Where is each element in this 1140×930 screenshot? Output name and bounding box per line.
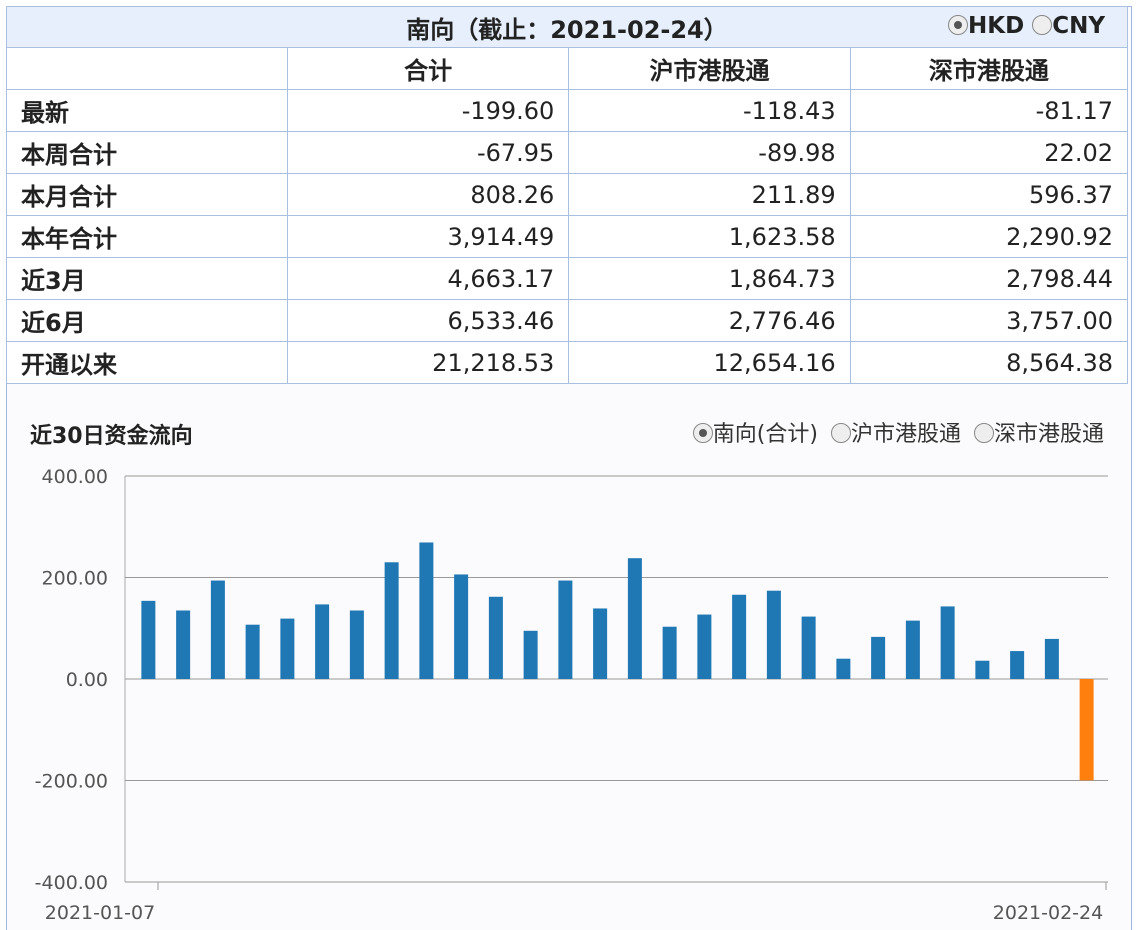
cell-value: 3,757.00 [850,300,1127,342]
southbound-panel: 南向（截止：2021-02-24） HKD CNY 合计沪市港股通深市港股通 最… [0,0,1140,930]
column-header: 沪市港股通 [569,48,850,90]
row-label: 本月合计 [7,174,288,216]
row-label: 本年合计 [7,216,288,258]
series-selector: 南向(合计) 沪市港股通 深市港股通 [687,416,1104,448]
row-label: 开通以来 [7,342,288,384]
chart-title: 近30日资金流向 [30,418,193,450]
cell-value: 6,533.46 [288,300,569,342]
currency-radio-hkd[interactable]: HKD [948,13,1024,39]
cell-value: -67.95 [288,132,569,174]
column-header: 合计 [288,48,569,90]
table-row: 本年合计3,914.491,623.582,290.92 [7,216,1128,258]
series-radio-sz[interactable]: 深市港股通 [974,422,1104,447]
cell-value: 211.89 [569,174,850,216]
cell-value: 22.02 [850,132,1127,174]
cell-value: -81.17 [850,90,1127,132]
table-row: 近6月6,533.462,776.463,757.00 [7,300,1128,342]
header-title: 南向（截止：2021-02-24） [406,16,728,44]
cell-value: 4,663.17 [288,258,569,300]
radio-icon [1032,15,1052,35]
radio-icon [948,15,968,35]
table-row: 最新-199.60-118.43-81.17 [7,90,1128,132]
radio-icon [693,423,713,443]
cell-value: -89.98 [569,132,850,174]
table-header: 南向（截止：2021-02-24） HKD CNY [7,7,1128,48]
cell-value: 2,290.92 [850,216,1127,258]
table-row: 本月合计808.26211.89596.37 [7,174,1128,216]
row-label: 本周合计 [7,132,288,174]
column-header: 深市港股通 [850,48,1127,90]
cell-value: 1,623.58 [569,216,850,258]
series-radio-total[interactable]: 南向(合计) [693,422,818,447]
column-header [7,48,288,90]
cell-value: 1,864.73 [569,258,850,300]
cell-value: 2,776.46 [569,300,850,342]
table-row: 开通以来21,218.5312,654.168,564.38 [7,342,1128,384]
table-row: 本周合计-67.95-89.9822.02 [7,132,1128,174]
summary-table: 南向（截止：2021-02-24） HKD CNY 合计沪市港股通深市港股通 最… [6,6,1128,384]
radio-icon [974,423,994,443]
cell-value: 596.37 [850,174,1127,216]
radio-icon [831,423,851,443]
currency-radio-cny[interactable]: CNY [1032,13,1105,39]
row-label: 最新 [7,90,288,132]
cell-value: 12,654.16 [569,342,850,384]
row-label: 近3月 [7,258,288,300]
table-row: 近3月4,663.171,864.732,798.44 [7,258,1128,300]
cell-value: 808.26 [288,174,569,216]
cell-value: -199.60 [288,90,569,132]
series-radio-sh[interactable]: 沪市港股通 [831,422,961,447]
cell-value: 21,218.53 [288,342,569,384]
cell-value: 3,914.49 [288,216,569,258]
cell-value: 2,798.44 [850,258,1127,300]
cell-value: -118.43 [569,90,850,132]
cell-value: 8,564.38 [850,342,1127,384]
row-label: 近6月 [7,300,288,342]
